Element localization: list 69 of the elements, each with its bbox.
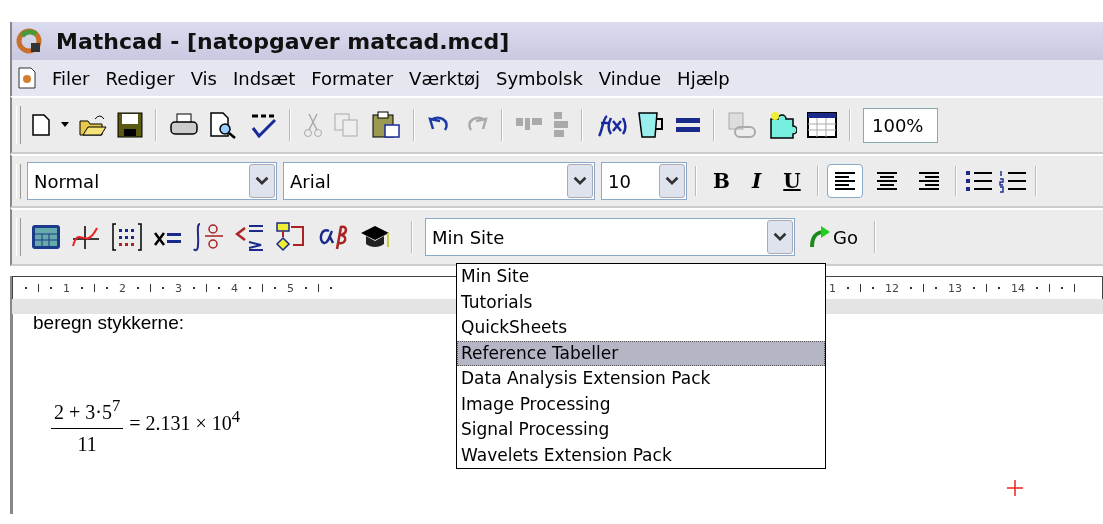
dropdown-option[interactable]: Data Analysis Extension Pack [457, 366, 825, 392]
greek-letters-icon[interactable] [317, 223, 349, 251]
ruler-label: 2 [119, 281, 126, 295]
menu-item[interactable]: Rediger [105, 67, 175, 89]
window-title: Mathcad - [natopgaver matcad.mcd] [56, 28, 510, 54]
ruler-label: 1 [63, 281, 70, 295]
curved-arrow-icon [809, 225, 831, 249]
flowchart-icon[interactable] [275, 221, 307, 253]
align-right-icon [916, 171, 941, 191]
new-document-icon[interactable] [31, 113, 51, 137]
ruler-label: 4 [231, 281, 238, 295]
ruler-label: 1 [829, 281, 836, 295]
app-logo-icon [16, 28, 42, 54]
worksheet-text: beregn stykkerne: [33, 314, 185, 332]
ruler-label: 13 [948, 281, 962, 295]
ruler-label: 14 [1011, 281, 1025, 295]
dropdown-option[interactable]: Image Processing [457, 391, 825, 417]
crosshair-cursor-icon [1006, 479, 1024, 497]
numerator: 2 + 3·5$^{7}$ [51, 396, 124, 429]
paste-icon[interactable] [371, 111, 401, 139]
open-folder-icon[interactable] [79, 113, 107, 137]
document-icon [18, 67, 36, 89]
font-size-dropdown[interactable]: 10 [601, 162, 687, 200]
dropdown-option[interactable]: Reference Tabeller [457, 340, 825, 366]
dropdown-option[interactable]: Wavelets Extension Pack [457, 442, 825, 468]
comparison-icon[interactable] [235, 222, 265, 252]
ruler-label: 3 [175, 281, 182, 295]
menu-item[interactable]: Værktøj [409, 67, 480, 89]
denominator: 11 [77, 431, 97, 456]
caret-icon[interactable] [61, 122, 69, 128]
calculus-icon[interactable] [193, 221, 225, 253]
graph-icon[interactable] [71, 224, 101, 250]
save-icon[interactable] [117, 112, 143, 138]
style-dropdown[interactable]: Normal [27, 162, 277, 200]
menu-item[interactable]: Vindue [598, 67, 662, 89]
menu-item[interactable]: Filer [52, 67, 90, 89]
print-icon[interactable] [169, 112, 199, 138]
dropdown-option[interactable]: QuickSheets [457, 315, 825, 341]
menu-item[interactable]: Symbolsk [496, 67, 583, 89]
italic-button[interactable]: I [743, 165, 770, 197]
menu-item[interactable]: Vis [190, 67, 217, 89]
numbered-list-icon[interactable] [998, 169, 1027, 193]
bullet-list-icon[interactable] [964, 169, 993, 193]
menu-item[interactable]: Indsæt [232, 67, 296, 89]
equals-icon[interactable] [675, 117, 701, 133]
puzzle-piece-icon[interactable] [767, 111, 797, 139]
menu-item[interactable]: Hjælp [677, 67, 730, 89]
go-button[interactable]: Go [805, 225, 862, 249]
bold-button[interactable]: B [705, 165, 738, 197]
font-dropdown[interactable]: Arial [283, 162, 595, 200]
dropdown-option[interactable]: Signal Processing [457, 417, 825, 443]
resource-dropdown[interactable]: Min Site [425, 218, 795, 256]
function-icon[interactable] [595, 112, 627, 138]
align-center-icon [874, 171, 899, 191]
underline-button[interactable]: U [775, 165, 809, 197]
matrix-icon[interactable] [111, 222, 143, 252]
dropdown-option[interactable]: Min Site [457, 264, 825, 290]
measuring-cup-icon[interactable] [637, 111, 665, 139]
ruler-label: 5 [287, 281, 294, 295]
ruler-label: 12 [885, 281, 899, 295]
dropdown-option[interactable]: Tutorials [457, 289, 825, 315]
table-icon[interactable] [807, 112, 837, 138]
align-left-icon [832, 171, 857, 191]
menu-item[interactable]: Formater [311, 67, 394, 89]
spell-check-icon[interactable] [249, 112, 277, 138]
calculator-icon[interactable] [31, 224, 61, 250]
align-left-button[interactable] [826, 164, 863, 198]
zoom-field[interactable]: 100% [863, 107, 939, 143]
result: = 2.131 × 10$^{4}$ [129, 407, 241, 435]
